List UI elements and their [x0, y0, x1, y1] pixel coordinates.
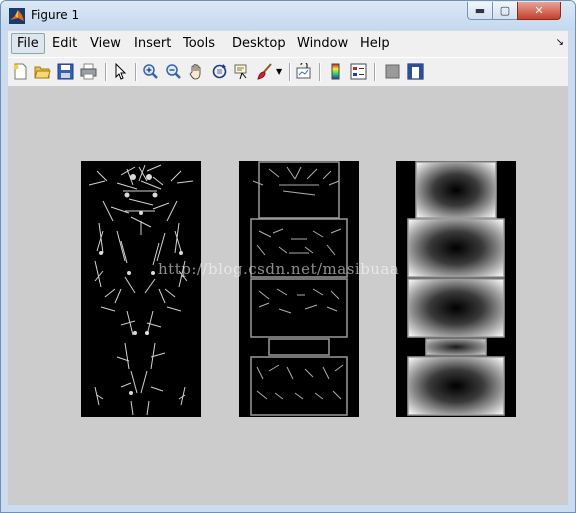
- menu-file[interactable]: File: [11, 33, 45, 54]
- zoom-in-icon[interactable]: [142, 63, 159, 80]
- legend-icon[interactable]: [350, 63, 367, 80]
- toolbar-separator: [289, 63, 291, 81]
- toolbar-separator: [105, 63, 107, 81]
- save-figure-icon[interactable]: [57, 63, 74, 80]
- window-title: Figure 1: [31, 8, 80, 22]
- brush-icon[interactable]: [257, 63, 274, 80]
- zoom-out-icon[interactable]: [165, 63, 182, 80]
- toolbar-separator: [319, 63, 321, 81]
- rotate-3d-icon[interactable]: [211, 63, 228, 80]
- close-button[interactable]: ✕: [517, 2, 561, 20]
- toolbar-separator: [135, 63, 137, 81]
- maximize-icon: ▢: [499, 4, 511, 17]
- print-figure-icon[interactable]: [80, 63, 97, 80]
- toolbar-separator: [374, 63, 376, 81]
- new-figure-icon[interactable]: [12, 63, 29, 80]
- menu-view[interactable]: View: [90, 36, 121, 51]
- figure-canvas[interactable]: http://blog.csdn.net/masibuaa: [8, 86, 568, 505]
- menu-edit[interactable]: Edit: [52, 36, 77, 51]
- data-cursor-icon[interactable]: [234, 63, 251, 80]
- title-bar[interactable]: Figure 1 ▬ ▢ ✕: [1, 1, 575, 30]
- link-plot-icon[interactable]: [296, 63, 313, 80]
- pan-icon[interactable]: [188, 63, 205, 80]
- figure-window: Figure 1 ▬ ▢ ✕ File Edit View Insert Too…: [0, 0, 576, 513]
- minimize-icon: ▬: [474, 4, 486, 17]
- menu-window[interactable]: Window: [297, 36, 348, 51]
- maximize-button[interactable]: ▢: [492, 2, 518, 20]
- menu-bar: File Edit View Insert Tools Desktop Wind…: [8, 31, 568, 57]
- open-file-icon[interactable]: [34, 63, 51, 80]
- hide-plot-tools-icon[interactable]: [384, 63, 401, 80]
- edit-plot-icon[interactable]: [112, 63, 129, 80]
- figure-toolbar: ▼: [8, 57, 568, 87]
- menu-insert[interactable]: Insert: [134, 36, 171, 51]
- matlab-logo-icon: [9, 8, 25, 24]
- dock-arrow-icon[interactable]: ↘: [556, 37, 564, 48]
- colorbar-icon[interactable]: [327, 63, 344, 80]
- deformation-cost-image: [396, 161, 516, 417]
- menu-desktop[interactable]: Desktop: [232, 36, 286, 51]
- menu-help[interactable]: Help: [360, 36, 390, 51]
- minimize-button[interactable]: ▬: [467, 2, 493, 20]
- part-filters-image: [239, 161, 359, 417]
- show-plot-tools-icon[interactable]: [407, 63, 424, 80]
- watermark-text: http://blog.csdn.net/masibuaa: [158, 260, 400, 278]
- menu-tools[interactable]: Tools: [183, 36, 215, 51]
- hog-feature-image: [81, 161, 201, 417]
- close-icon: ✕: [534, 4, 544, 17]
